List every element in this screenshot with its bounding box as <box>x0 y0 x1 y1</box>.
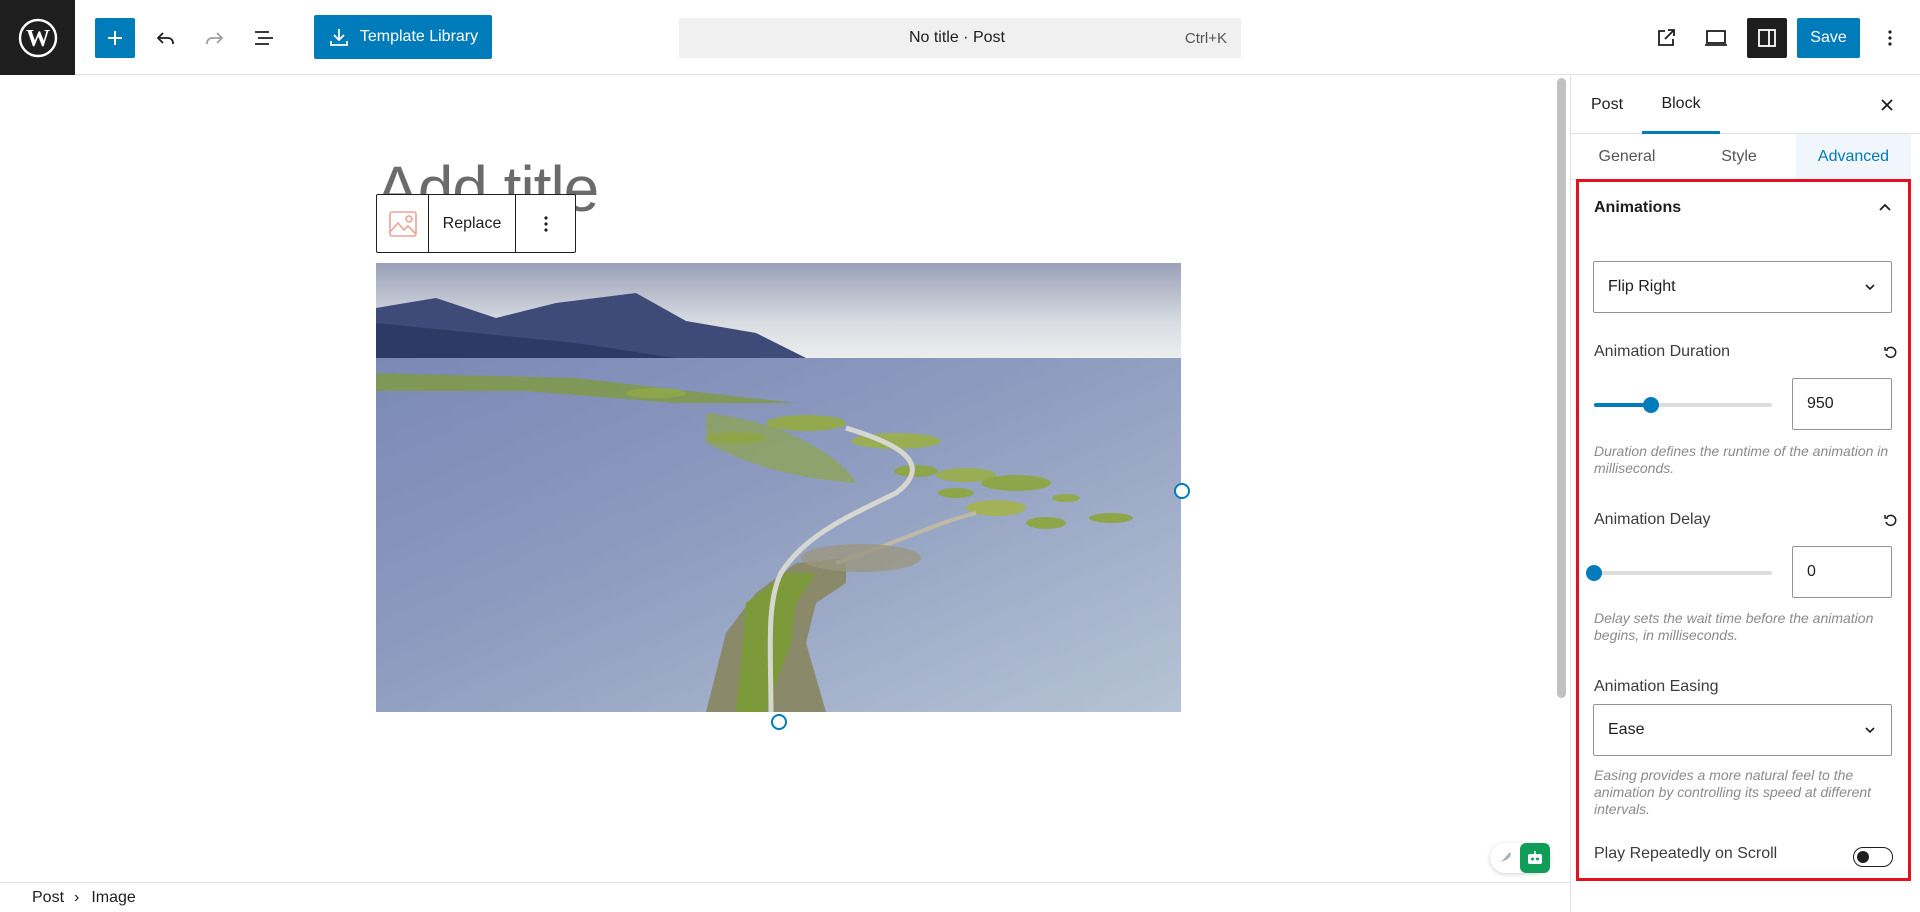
options-button[interactable] <box>1870 18 1910 58</box>
tab-advanced[interactable]: Advanced <box>1796 134 1911 180</box>
undo-icon <box>156 32 174 44</box>
document-overview-button[interactable] <box>244 18 284 58</box>
tab-style[interactable]: Style <box>1683 134 1795 180</box>
close-sidebar-button[interactable] <box>1867 85 1907 125</box>
command-palette-button[interactable]: No title · Post Ctrl+K <box>679 18 1241 58</box>
chevron-right-icon: › <box>74 888 80 906</box>
command-shortcut: Ctrl+K <box>1184 29 1227 47</box>
animation-duration-label: Animation Duration <box>1594 343 1731 360</box>
animation-easing-select[interactable]: Ease <box>1593 704 1892 756</box>
sidebar-tabs: Post Block <box>1571 76 1920 134</box>
template-library-button[interactable]: Template Library <box>314 15 492 59</box>
animation-duration-help: Duration defines the runtime of the anim… <box>1594 443 1889 476</box>
slider-thumb[interactable] <box>1642 397 1659 413</box>
animation-easing-value: Ease <box>1608 721 1645 738</box>
more-vertical-icon <box>1888 30 1892 46</box>
play-repeatedly-toggle[interactable] <box>1853 847 1893 867</box>
settings-sidebar-toggle[interactable] <box>1747 18 1787 58</box>
animation-duration-input[interactable]: 950 <box>1792 378 1892 430</box>
breadcrumb-item-post[interactable]: Post <box>32 889 64 907</box>
animation-delay-label: Animation Delay <box>1594 511 1711 528</box>
close-icon <box>1881 99 1893 111</box>
redo-icon <box>206 32 224 44</box>
reset-icon[interactable] <box>1883 512 1899 528</box>
external-link-icon <box>1658 29 1675 46</box>
animations-panel-title: Animations <box>1594 199 1682 216</box>
animation-easing-help: Easing provides a more natural feel to t… <box>1594 767 1872 817</box>
block-options-button[interactable] <box>516 195 575 252</box>
animation-duration-slider[interactable] <box>1594 395 1772 415</box>
chevron-down-icon <box>1865 284 1875 291</box>
landscape-photo <box>376 263 1181 712</box>
block-type-button[interactable] <box>377 195 429 252</box>
animations-panel: Animations Flip Right Animation Duration… <box>1576 179 1911 881</box>
chevron-up-icon <box>1879 203 1891 211</box>
list-view-icon <box>255 31 273 45</box>
animation-type-value: Flip Right <box>1608 278 1676 295</box>
animation-delay-help: Delay sets the wait time before the anim… <box>1594 610 1874 643</box>
image-block-toolbar: Replace <box>376 194 576 253</box>
sidebar-icon <box>1758 29 1776 47</box>
reset-icon[interactable] <box>1883 344 1899 360</box>
animation-delay-input[interactable]: 0 <box>1792 546 1892 598</box>
view-post-button[interactable] <box>1646 18 1686 58</box>
toggle-knob <box>1857 851 1869 863</box>
download-icon <box>329 29 348 46</box>
breadcrumb-item-image[interactable]: Image <box>91 889 135 907</box>
resize-handle-right[interactable] <box>1174 483 1190 499</box>
device-preview-button[interactable] <box>1696 18 1736 58</box>
play-repeatedly-label: Play Repeatedly on Scroll <box>1594 845 1778 862</box>
save-button[interactable]: Save <box>1797 18 1860 58</box>
block-sub-tabs: General Style Advanced <box>1571 134 1911 180</box>
feather-icon <box>1501 852 1511 862</box>
image-block[interactable] <box>376 263 1181 712</box>
svg-text:W: W <box>26 26 50 52</box>
tab-general[interactable]: General <box>1571 134 1683 180</box>
image-icon <box>388 210 417 237</box>
animation-delay-slider[interactable] <box>1586 563 1772 583</box>
canvas-scrollbar-thumb[interactable] <box>1557 78 1566 698</box>
bot-icon[interactable] <box>1520 843 1550 873</box>
plus-icon <box>108 31 122 45</box>
document-title: No title · Post <box>908 29 1005 46</box>
animation-type-select[interactable]: Flip Right <box>1593 261 1892 313</box>
block-inserter-button[interactable] <box>95 18 135 58</box>
redo-button[interactable] <box>194 18 234 58</box>
animations-panel-header[interactable]: Animations <box>1594 182 1894 234</box>
undo-button[interactable] <box>146 18 186 58</box>
animation-easing-label: Animation Easing <box>1594 678 1719 695</box>
wordpress-logo-icon[interactable]: W <box>0 0 75 75</box>
resize-handle-bottom[interactable] <box>771 714 787 730</box>
slider-track <box>1594 571 1772 575</box>
editor-header: W Template Library No title · Post Ctrl+… <box>0 0 1920 75</box>
tab-post[interactable]: Post <box>1591 76 1623 134</box>
tab-block[interactable]: Block <box>1642 76 1720 134</box>
replace-image-button[interactable]: Replace <box>429 195 516 252</box>
slider-thumb[interactable] <box>1586 565 1602 581</box>
desktop-icon <box>1705 30 1727 46</box>
template-library-label: Template Library <box>359 28 479 45</box>
breadcrumb: Post › Image <box>0 882 1570 912</box>
more-vertical-icon <box>543 215 548 232</box>
settings-sidebar: Post Block General Style Advanced Animat… <box>1570 76 1920 912</box>
chevron-down-icon <box>1865 727 1875 734</box>
assistant-widget[interactable] <box>1490 843 1550 873</box>
